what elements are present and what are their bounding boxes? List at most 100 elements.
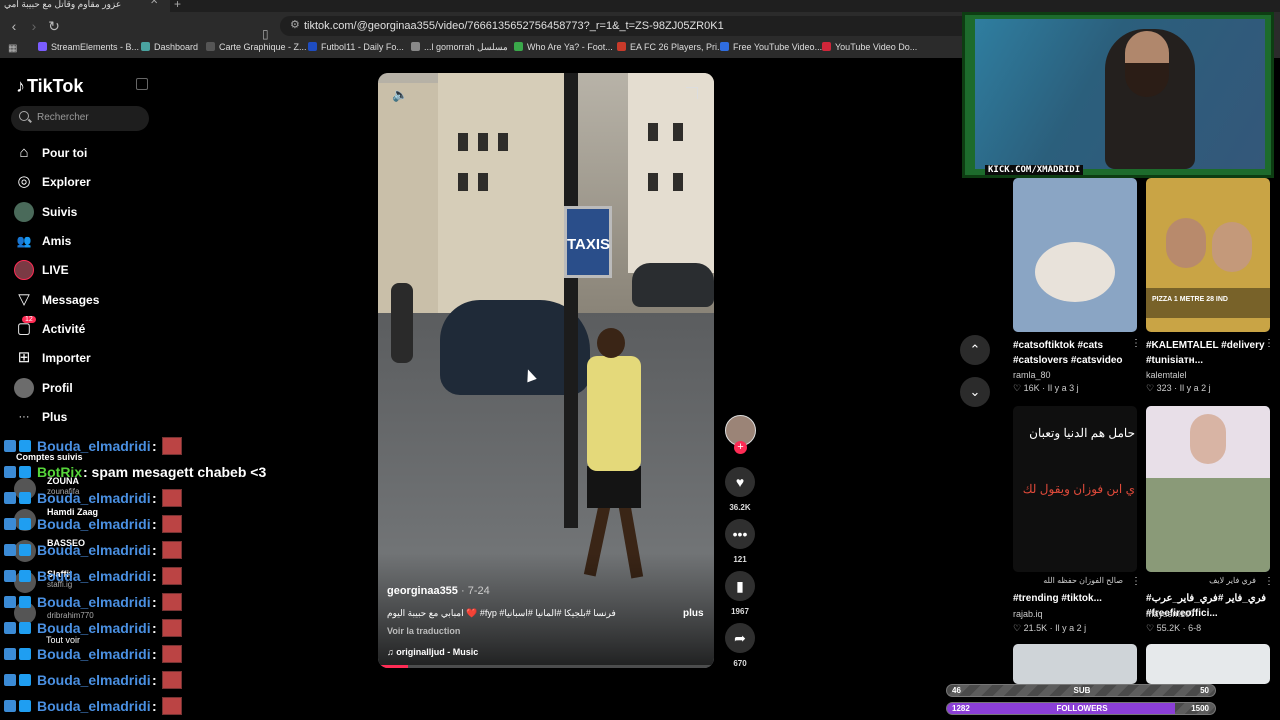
chat-username[interactable]: Bouda_elmadridi <box>37 672 151 688</box>
person-shorts <box>587 466 641 508</box>
chevron-down-icon: ⌄ <box>969 384 981 399</box>
bookmark-favicon <box>308 42 317 51</box>
chat-username[interactable]: Bouda_elmadridi <box>37 516 151 532</box>
forward-icon[interactable]: › <box>26 18 42 34</box>
tiktok-logo[interactable]: ♪ TikTok <box>16 76 83 97</box>
bookmark-item[interactable]: Futbol11 - Daily Fo... <box>308 42 404 52</box>
bookmark-favicon <box>822 42 831 51</box>
video-author[interactable]: rajab.iq <box>1013 609 1043 619</box>
followers-goal-target: 1500 <box>1191 704 1209 713</box>
bookmark-item[interactable]: EA FC 26 Players, Pri... <box>617 42 725 52</box>
video-progress-bar[interactable] <box>378 665 714 668</box>
bookmark-item[interactable]: Dashboard <box>141 42 198 52</box>
video-window <box>498 133 508 151</box>
bookmark-item[interactable]: StreamElements - B... <box>38 42 139 52</box>
chat-username[interactable]: Bouda_elmadridi <box>37 568 151 584</box>
bookmark-item[interactable]: YouTube Video Do... <box>822 42 917 52</box>
chat-badge-icon <box>4 596 34 610</box>
nav-amis[interactable]: 👥 Amis <box>14 231 174 253</box>
comment-button[interactable]: ••• <box>725 519 755 549</box>
site-info-icon[interactable]: ⚙ <box>290 18 300 31</box>
volume-icon[interactable]: 🔈 <box>392 87 408 103</box>
share-button[interactable]: ➦ <box>725 623 755 653</box>
chat-username[interactable]: Bouda_elmadridi <box>37 646 151 662</box>
tab-close-icon[interactable]: ✕ <box>150 0 158 7</box>
bookmark-item[interactable]: ...l gomorrah مسلسل <box>411 42 508 53</box>
more-options-icon[interactable]: ⋮ <box>1264 338 1274 349</box>
previous-video-button[interactable]: ⌃ <box>960 335 990 365</box>
new-tab-icon[interactable]: + <box>174 0 181 11</box>
bookmark-label: Free YouTube Video... <box>733 42 823 52</box>
nav-explorer[interactable]: ◎ Explorer <box>14 172 174 194</box>
apps-grid-icon[interactable]: ▦ <box>8 43 17 54</box>
bookmark-item[interactable]: Free YouTube Video... <box>720 42 822 52</box>
collapse-sidebar-icon[interactable] <box>136 78 148 90</box>
music-link[interactable]: ♫ originalljud - Music <box>387 647 478 657</box>
video-thumbnail[interactable] <box>1013 178 1137 332</box>
nav-messages[interactable]: ▽ Messages <box>14 290 174 312</box>
nav-importer[interactable]: ⊞ Importer <box>14 348 174 370</box>
video-thumbnail[interactable]: PIZZA 1 METRE 28 IND <box>1146 178 1270 332</box>
back-icon[interactable]: ‹ <box>6 18 22 34</box>
translate-link[interactable]: Voir la traduction <box>387 626 460 636</box>
more-options-icon[interactable]: ⋮ <box>1131 576 1141 587</box>
bookmark-star-icon[interactable]: ▯ <box>262 27 269 41</box>
video-title[interactable]: #trending #tiktok... <box>1013 591 1137 606</box>
chat-badge-icon <box>4 674 34 688</box>
video-thumbnail[interactable]: حامل هم الدنيا وتعبان ي ابن فوزان ويقول … <box>1013 406 1137 572</box>
video-author[interactable]: maysem107 <box>1146 609 1195 619</box>
video-thumbnail[interactable] <box>1013 644 1137 684</box>
chat-message: Bouda_elmadridi: <box>2 645 302 665</box>
more-options-icon[interactable]: ⋮ <box>1131 338 1141 349</box>
chat-username[interactable]: BotRix <box>37 464 82 480</box>
video-thumbnail[interactable] <box>1146 406 1270 572</box>
save-count: 1967 <box>731 607 749 616</box>
chat-username[interactable]: Bouda_elmadridi <box>37 438 151 454</box>
video-title[interactable]: #KALEMTALEL #delivery #tunisiaтн... <box>1146 338 1270 368</box>
chat-text: : <box>152 542 157 558</box>
chat-emote-icon <box>162 567 182 585</box>
subscriber-badge-icon <box>19 648 31 660</box>
video-author[interactable]: ramla_80 <box>1013 370 1051 380</box>
tab-title: عزور مقاوم وقاتل مع حبيبة امي <box>4 0 122 9</box>
chat-message: BotRix: spam mesagett chabeb <3 <box>2 463 302 483</box>
chat-emote-icon <box>162 619 182 637</box>
chat-username[interactable]: Bouda_elmadridi <box>37 620 151 636</box>
bookmark-item[interactable]: Who Are Ya? - Foot... <box>514 42 613 52</box>
nav-live[interactable]: LIVE <box>14 260 174 282</box>
video-building <box>438 73 578 318</box>
chat-username[interactable]: Bouda_elmadridi <box>37 594 151 610</box>
nav-activite[interactable]: ▢ 12 Activité <box>14 316 174 341</box>
video-player[interactable]: TAXIS 🔈 georginaa355 · 7-24 امبابي مع حب… <box>378 73 714 668</box>
follow-plus-icon[interactable]: + <box>734 441 747 454</box>
browser-tab[interactable]: عزور مقاوم وقاتل مع حبيبة امي ✕ <box>0 0 170 12</box>
person-shirt <box>587 356 641 471</box>
video-title[interactable]: #catsoftiktok #cats #catslovers #catsvid… <box>1013 338 1137 368</box>
chat-username[interactable]: Bouda_elmadridi <box>37 490 151 506</box>
expand-icon[interactable] <box>686 87 698 99</box>
like-button[interactable]: ♥ <box>725 467 755 497</box>
next-video-button[interactable]: ⌄ <box>960 377 990 407</box>
address-bar[interactable]: ⚙ tiktok.com/@georginaa355/video/7666135… <box>280 16 980 36</box>
nav-suivis[interactable]: Suivis <box>14 202 174 224</box>
reload-icon[interactable]: ↻ <box>46 18 62 35</box>
save-button[interactable]: ▮ <box>725 571 755 601</box>
video-thumbnail[interactable] <box>1146 644 1270 684</box>
subscriber-badge-icon <box>19 622 31 634</box>
bookmark-label: ...l gomorrah مسلسل <box>424 42 508 52</box>
chat-username[interactable]: Bouda_elmadridi <box>37 542 151 558</box>
video-author[interactable]: georginaa355 · 7-24 <box>387 585 490 597</box>
chat-message: Bouda_elmadridi: <box>2 437 302 457</box>
bookmark-item[interactable]: Carte Graphique - Z... <box>206 42 307 52</box>
chat-username[interactable]: Bouda_elmadridi <box>37 698 151 714</box>
video-progress-fill <box>378 665 409 668</box>
nav-pour-toi[interactable]: ⌂ Pour toi <box>14 143 174 165</box>
chat-badge-icon <box>4 518 34 532</box>
nav-profil[interactable]: Profil <box>14 378 174 400</box>
description-more-button[interactable]: plus <box>683 608 704 619</box>
video-author[interactable]: kalemtalel <box>1146 370 1187 380</box>
more-options-icon[interactable]: ⋮ <box>1264 576 1274 587</box>
kick-badge-icon <box>4 622 16 634</box>
search-input[interactable]: Rechercher <box>11 106 149 131</box>
nav-plus[interactable]: ··· Plus <box>14 407 174 429</box>
